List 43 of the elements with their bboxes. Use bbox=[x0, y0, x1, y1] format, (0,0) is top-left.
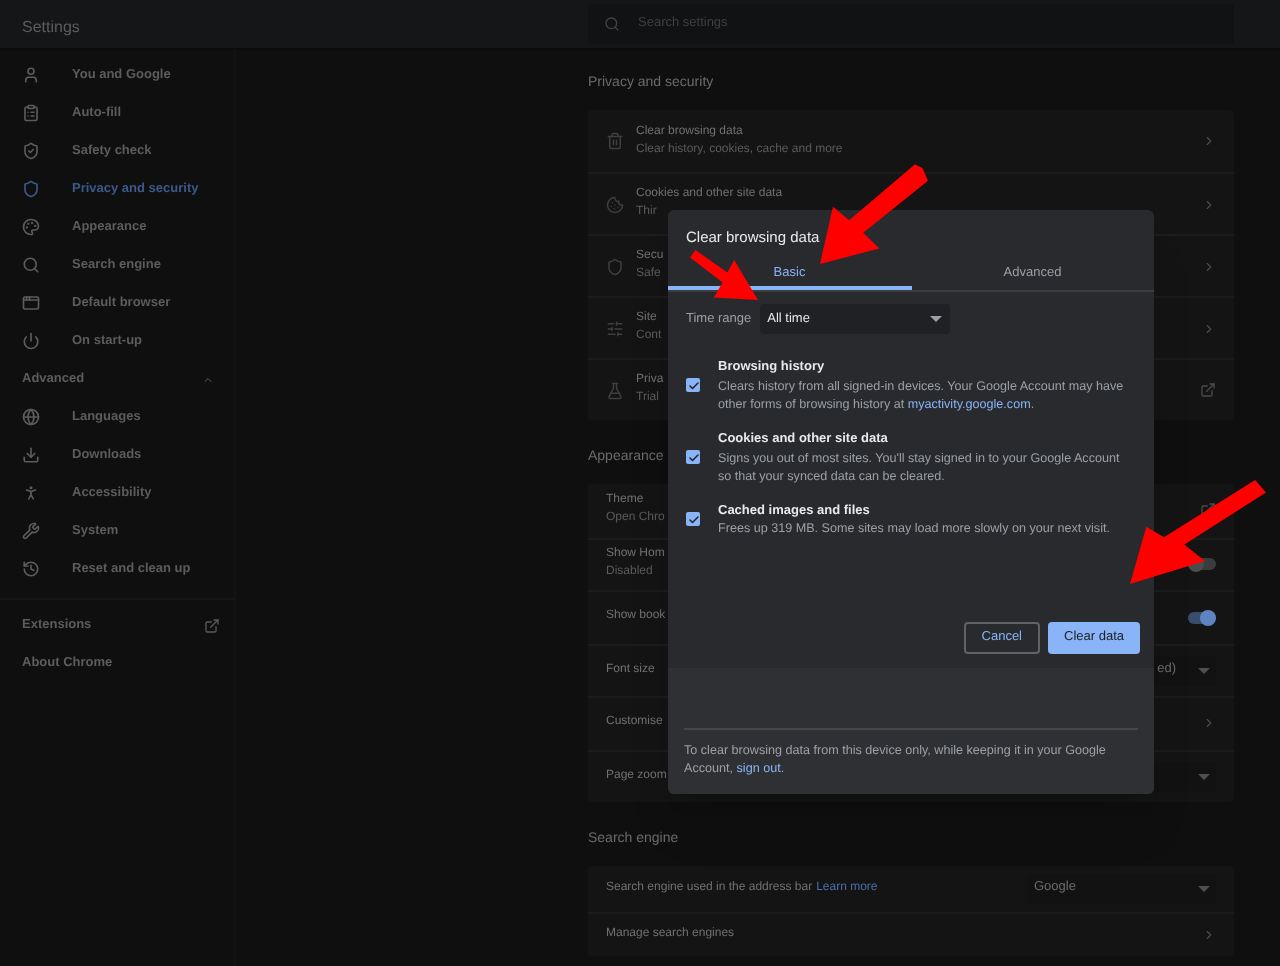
download-icon bbox=[22, 446, 40, 464]
chevron-right-icon[interactable] bbox=[1202, 716, 1216, 731]
clipboard-icon bbox=[22, 104, 40, 122]
flask-icon bbox=[606, 381, 624, 399]
cookie-icon bbox=[606, 195, 624, 213]
shield-check-icon bbox=[22, 142, 40, 160]
annotation-arrow bbox=[1130, 480, 1266, 584]
search-icon bbox=[22, 256, 40, 274]
check-icon bbox=[687, 513, 699, 526]
check-icon bbox=[687, 379, 699, 392]
palette-icon bbox=[22, 218, 40, 236]
trash-icon bbox=[606, 132, 624, 150]
external-link-icon[interactable] bbox=[1200, 382, 1216, 398]
checkbox[interactable] bbox=[686, 378, 700, 393]
wrench-icon bbox=[22, 522, 40, 540]
person-icon bbox=[22, 484, 40, 502]
chevron-right-icon[interactable] bbox=[1202, 259, 1216, 273]
power-icon bbox=[22, 332, 40, 350]
chevron-right-icon[interactable] bbox=[1202, 197, 1216, 211]
chevron-right-icon[interactable] bbox=[1202, 927, 1216, 942]
chevron-right-icon[interactable] bbox=[1202, 134, 1216, 148]
caret-icon bbox=[929, 316, 942, 322]
shield-icon bbox=[606, 257, 624, 275]
caret-icon bbox=[1198, 885, 1210, 892]
checkbox[interactable] bbox=[686, 512, 700, 527]
chevron-right-icon[interactable] bbox=[1202, 321, 1216, 335]
shield-icon bbox=[22, 180, 40, 198]
page-title: Settings bbox=[22, 18, 80, 36]
browser-window-icon bbox=[22, 294, 40, 312]
annotation-arrow bbox=[690, 250, 758, 300]
checkbox[interactable] bbox=[686, 450, 700, 465]
person-icon bbox=[22, 66, 40, 84]
history-icon bbox=[22, 560, 40, 578]
check-icon bbox=[687, 451, 699, 464]
annotation-arrow bbox=[820, 164, 928, 264]
caret-icon bbox=[1198, 773, 1210, 780]
external-link-icon bbox=[204, 617, 220, 633]
caret-icon bbox=[1198, 667, 1210, 674]
toggle-switch[interactable] bbox=[1188, 611, 1216, 624]
globe-icon bbox=[22, 408, 40, 426]
search-icon bbox=[604, 16, 620, 32]
sliders-icon bbox=[606, 319, 624, 337]
chevron-up-icon bbox=[202, 373, 214, 385]
